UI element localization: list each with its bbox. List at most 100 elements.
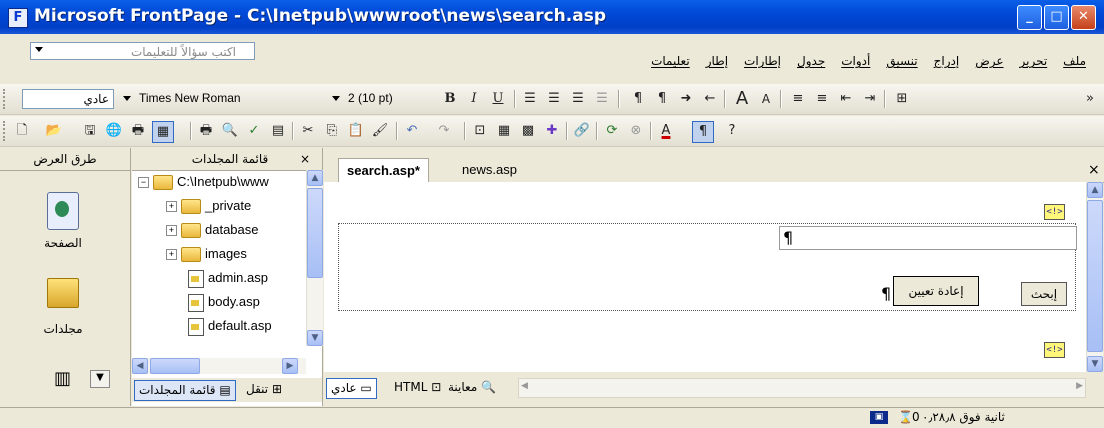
spelling-icon[interactable]: ✓ <box>244 121 264 141</box>
redo-icon[interactable]: ↷ <box>434 121 454 141</box>
open-folder-icon[interactable]: 📂 <box>44 121 64 141</box>
asp-code-marker-bottom[interactable]: <!> <box>1044 342 1065 358</box>
toggle-pane-icon[interactable]: ▦ <box>152 121 174 143</box>
ask-dropdown-icon[interactable] <box>35 47 43 52</box>
insert-table-icon[interactable]: ▦ <box>494 121 514 141</box>
expand-icon[interactable]: + <box>166 225 177 237</box>
toolbar-grip[interactable] <box>3 89 8 109</box>
tree-item-images[interactable]: + images <box>166 242 247 266</box>
rtl-icon[interactable]: ¶ <box>652 89 672 109</box>
form-region[interactable]: ¶ إبحث إعادة تعيين ¶ <box>338 223 1077 311</box>
design-canvas[interactable]: <!> ¶ إبحث إعادة تعيين ¶ <!> <box>324 182 1086 372</box>
tree-item-body[interactable]: body.asp <box>188 290 260 314</box>
new-page-icon[interactable]: 🗋 <box>12 121 32 141</box>
refresh-icon[interactable]: ⟳ <box>602 121 622 141</box>
indent-arrow-icon[interactable]: ➜ <box>676 89 696 109</box>
reports-view-icon[interactable]: ▥ <box>54 368 78 394</box>
hscroll-thumb[interactable] <box>150 358 200 374</box>
undo-icon[interactable]: ↶ <box>402 121 422 141</box>
editor-horizontal-scrollbar[interactable]: ◀ ▶ <box>518 378 1086 398</box>
align-center-icon[interactable]: ☰ <box>544 89 564 109</box>
tree-item-admin[interactable]: admin.asp <box>188 266 268 290</box>
drawing-icon[interactable]: ✚ <box>542 121 562 141</box>
menu-insert[interactable]: إدراج <box>926 54 968 68</box>
editor-vertical-scrollbar[interactable]: ▲ ▼ <box>1086 182 1103 372</box>
hscroll-right-icon[interactable]: ▶ <box>1076 381 1083 391</box>
menu-tools[interactable]: أدوات <box>833 54 878 68</box>
size-dropdown-icon[interactable] <box>332 96 340 101</box>
navigation-tab[interactable]: تنقل ⊞ <box>242 380 286 399</box>
menu-help[interactable]: تعليمات <box>643 54 698 68</box>
cut-icon[interactable]: ✂ <box>298 121 318 141</box>
menu-frame[interactable]: إطار <box>698 54 736 68</box>
page-view-button[interactable]: الصفحة <box>18 192 108 250</box>
increase-indent-icon[interactable]: ⇥ <box>860 89 880 109</box>
menu-edit[interactable]: تحرير <box>1012 54 1056 68</box>
paste-icon[interactable]: 📋 <box>346 121 366 141</box>
hyperlink-icon[interactable]: 🔗 <box>572 121 592 141</box>
asp-code-marker-top[interactable]: <!> <box>1044 204 1065 220</box>
copy-icon[interactable]: ⎘ <box>322 121 342 141</box>
font-dropdown-icon[interactable] <box>123 96 131 101</box>
style-select[interactable]: عادي <box>22 89 114 109</box>
menu-format[interactable]: تنسيق <box>878 54 925 68</box>
print-icon[interactable]: 🖶 <box>196 121 216 141</box>
show-all-icon[interactable]: ¶ <box>692 121 714 143</box>
font-color-icon[interactable]: A <box>656 121 676 141</box>
outdent-arrow-icon[interactable]: ← <box>700 89 720 109</box>
editor-scroll-down-icon[interactable]: ▼ <box>1087 356 1103 372</box>
editor-scroll-up-icon[interactable]: ▲ <box>1087 182 1103 198</box>
decrease-indent-icon[interactable]: ⇤ <box>836 89 856 109</box>
save-icon[interactable]: 🖫 <box>80 121 100 141</box>
bold-icon[interactable]: B <box>440 89 460 109</box>
folder-vertical-scrollbar[interactable]: ▲ ▼ <box>306 170 323 346</box>
scroll-left-icon[interactable]: ◀ <box>132 358 148 374</box>
folder-list-close-icon[interactable]: × <box>300 148 310 170</box>
tree-item-default[interactable]: default.asp <box>188 314 272 338</box>
align-right-icon[interactable]: ☰ <box>568 89 588 109</box>
scroll-thumb[interactable] <box>307 188 323 278</box>
collapse-icon[interactable]: − <box>138 177 149 189</box>
expand-icon[interactable]: + <box>166 201 177 213</box>
research-icon[interactable]: ▤ <box>268 121 288 141</box>
frontpage-app-icon[interactable]: F <box>8 8 28 28</box>
font-select[interactable]: Times New Roman <box>123 89 318 109</box>
toolbar-options-icon[interactable]: » <box>1080 89 1100 109</box>
reset-button[interactable]: إعادة تعيين <box>893 276 979 306</box>
decrease-font-icon[interactable]: A <box>756 89 776 109</box>
scroll-right-icon[interactable]: ▶ <box>282 358 298 374</box>
preview-view-tab[interactable]: معاينة 🔍 <box>444 378 500 397</box>
search-button[interactable]: إبحث <box>1021 282 1067 306</box>
menu-table[interactable]: جدول <box>789 54 833 68</box>
maximize-button[interactable]: □ <box>1044 5 1069 30</box>
preview-icon[interactable]: 🔍 <box>220 121 240 141</box>
minimize-button[interactable]: _ <box>1017 5 1042 30</box>
scroll-down-icon[interactable]: ▼ <box>307 330 323 346</box>
views-scroll-down-icon[interactable]: ▼ <box>90 370 110 388</box>
bullet-list-icon[interactable]: ≡ <box>812 89 832 109</box>
tree-item-private[interactable]: + _private <box>166 194 251 218</box>
menu-view[interactable]: عرض <box>967 54 1011 68</box>
underline-icon[interactable]: U <box>488 89 508 109</box>
align-left-icon[interactable]: ☰ <box>520 89 540 109</box>
normal-view-tab[interactable]: عادي ▭ <box>326 378 377 399</box>
menu-file[interactable]: ملف <box>1055 54 1094 68</box>
publish-icon[interactable]: 🌐 <box>104 121 124 141</box>
folders-view-button[interactable]: مجلدات <box>18 278 108 336</box>
expand-icon[interactable]: + <box>166 249 177 261</box>
tab-search-asp[interactable]: search.asp* <box>338 158 429 182</box>
print-preview-icon[interactable]: 🖶 <box>128 121 148 141</box>
increase-font-icon[interactable]: A <box>732 89 752 109</box>
html-view-tab[interactable]: HTML ⊡ <box>390 378 445 397</box>
scroll-up-icon[interactable]: ▲ <box>307 170 323 186</box>
ask-question-box[interactable]: اكتب سؤالاً للتعليمات <box>30 42 255 60</box>
folder-list-tab[interactable]: قائمة المجلدات ▤ <box>134 380 236 401</box>
close-button[interactable]: ✕ <box>1071 5 1096 30</box>
insert-picture-icon[interactable]: ▩ <box>518 121 538 141</box>
web-component-icon[interactable]: ⊡ <box>470 121 490 141</box>
search-text-field[interactable] <box>779 226 1077 250</box>
justify-icon[interactable]: ☰ <box>592 89 612 109</box>
format-painter-icon[interactable]: 🖌 <box>370 121 390 141</box>
tree-root[interactable]: − C:\Inetpub\www <box>138 170 269 194</box>
tree-item-database[interactable]: + database <box>166 218 259 242</box>
